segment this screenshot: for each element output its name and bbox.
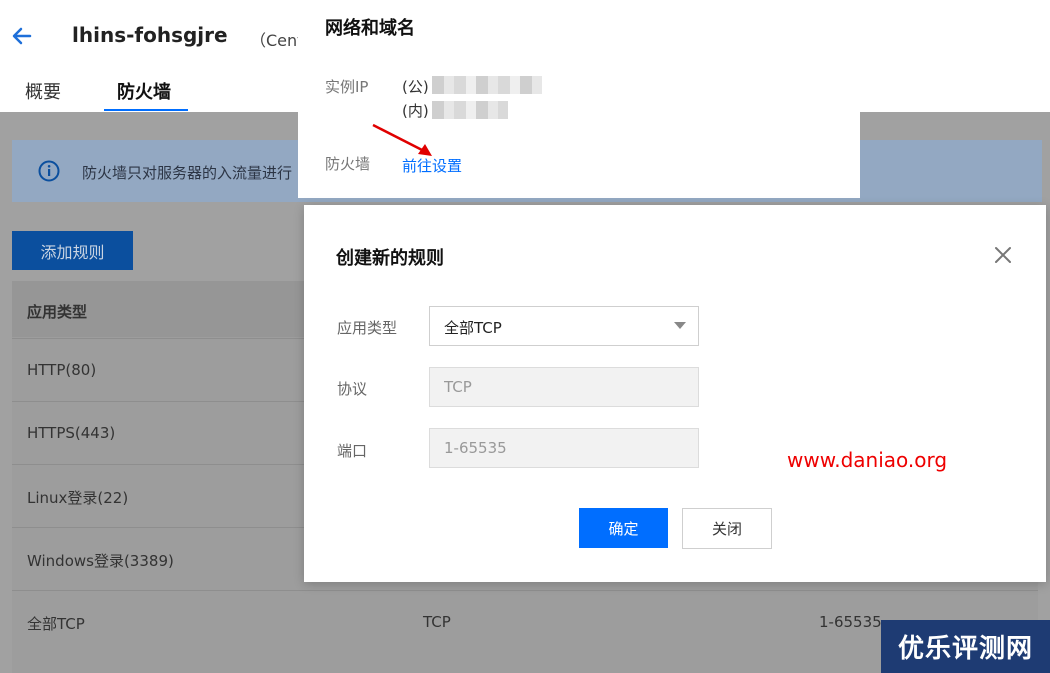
port-label: 端口	[337, 442, 368, 460]
network-domain-panel: 网络和域名 实例IP (公) (内) 防火墙 前往设置	[298, 0, 860, 198]
tab-firewall[interactable]: 防火墙	[117, 78, 171, 104]
cell-app-type: HTTPS(443)	[27, 424, 116, 442]
app-type-selected-value: 全部TCP	[444, 319, 502, 337]
cell-app-type: Windows登录(3389)	[27, 552, 174, 570]
port-field	[429, 428, 699, 468]
add-rule-button[interactable]: 添加规则	[12, 231, 133, 270]
instance-name: lhins-fohsgjre	[72, 23, 228, 47]
column-header-app-type: 应用类型	[27, 303, 88, 321]
cell-port: 1-65535	[819, 613, 882, 631]
protocol-field	[429, 367, 699, 407]
confirm-button[interactable]: 确定	[579, 508, 668, 548]
page: lhins-fohsgjre （CentO 概要 防火墙 防火墙只对服务器的入流…	[0, 0, 1050, 673]
cell-app-type: Linux登录(22)	[27, 489, 129, 507]
annotation-arrow-icon	[372, 123, 432, 156]
close-icon[interactable]	[992, 244, 1014, 266]
app-type-select[interactable]: 全部TCP	[429, 306, 699, 346]
firewall-label: 防火墙	[325, 155, 371, 173]
cell-app-type: 全部TCP	[27, 615, 85, 633]
public-ip-prefix: (公)	[402, 78, 429, 96]
private-ip-redacted	[432, 101, 508, 119]
cell-app-type: HTTP(80)	[27, 361, 97, 379]
info-icon	[38, 160, 60, 182]
panel-title: 网络和域名	[325, 18, 415, 39]
public-ip-redacted	[432, 76, 542, 94]
active-tab-indicator	[104, 109, 188, 111]
site-logo: 优乐评测网	[881, 620, 1050, 673]
caret-down-icon	[674, 322, 686, 329]
cell-protocol: TCP	[423, 613, 451, 631]
notice-text: 防火墙只对服务器的入流量进行	[82, 164, 293, 182]
port-input	[430, 429, 698, 467]
dialog-title: 创建新的规则	[336, 248, 444, 269]
protocol-input	[430, 368, 698, 406]
protocol-label: 协议	[337, 380, 368, 398]
app-type-label: 应用类型	[337, 319, 398, 337]
close-button[interactable]: 关闭	[682, 508, 772, 549]
create-rule-dialog: 创建新的规则 应用类型 全部TCP 协议 端口 www.daniao.org 确…	[304, 205, 1046, 582]
instance-ip-label: 实例IP	[325, 78, 369, 96]
private-ip-prefix: (内)	[402, 102, 429, 120]
back-arrow-icon[interactable]	[8, 22, 36, 50]
watermark-url: www.daniao.org	[787, 448, 948, 472]
tab-overview[interactable]: 概要	[25, 78, 61, 104]
